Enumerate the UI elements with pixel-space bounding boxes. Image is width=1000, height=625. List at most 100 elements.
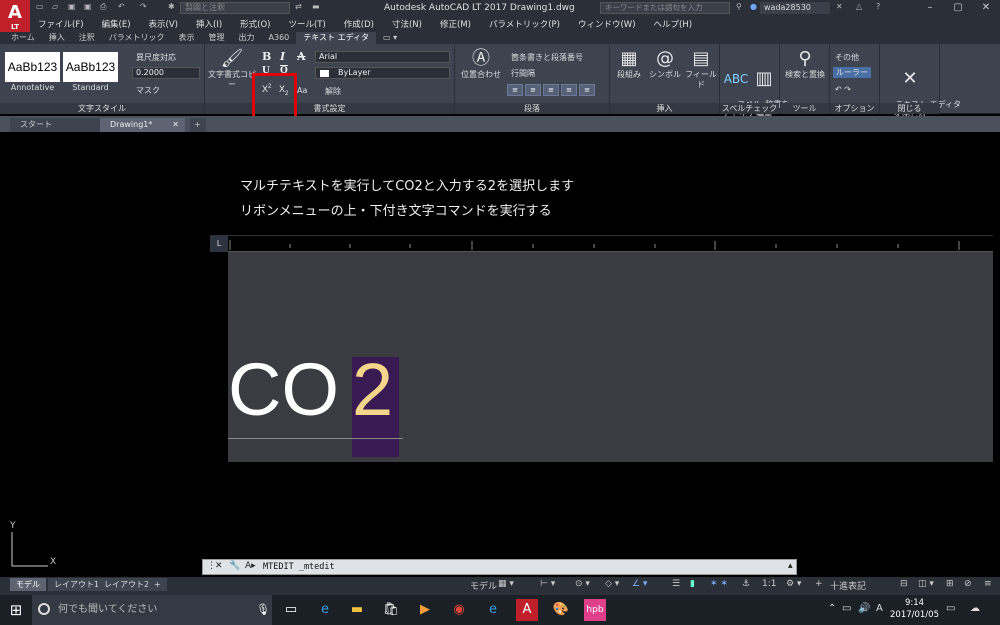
file-explorer-icon[interactable]: ▬ — [346, 599, 368, 621]
windows-start-icon[interactable]: ⊞ — [0, 595, 32, 625]
customization-icon[interactable]: ⊘ — [964, 579, 972, 589]
tab-view[interactable]: 表示 — [172, 32, 202, 44]
layout-tab-layout2[interactable]: レイアウト2 — [98, 578, 156, 591]
tab-annotate[interactable]: 注釈 — [72, 32, 102, 44]
hpb-app-icon[interactable]: hpb — [584, 599, 606, 621]
save-as-icon[interactable]: ▣ — [84, 2, 92, 14]
snap-icon[interactable]: ⊢ ▾ — [540, 579, 555, 589]
menu-window[interactable]: ウィンドウ(W) — [578, 18, 636, 30]
menu-edit[interactable]: 編集(E) — [102, 18, 131, 30]
workspace-gear-icon[interactable]: ✱ — [168, 2, 175, 14]
minimize-button[interactable]: – — [916, 0, 944, 16]
new-tab-button[interactable]: + — [190, 118, 206, 132]
save-icon[interactable]: ▣ — [68, 2, 76, 14]
strikethrough-button[interactable]: A — [297, 50, 306, 63]
store-icon[interactable]: 🛍 — [380, 599, 402, 621]
menu-modify[interactable]: 修正(M) — [440, 18, 471, 30]
tab-manage[interactable]: 管理 — [202, 32, 232, 44]
tab-a360[interactable]: A360 — [262, 32, 297, 44]
menu-insert[interactable]: 挿入(I) — [196, 18, 222, 30]
help-icon[interactable]: ? — [876, 2, 880, 14]
taskbar-search-box[interactable]: 何でも聞いてください — [32, 595, 272, 625]
add-layout-button[interactable]: + — [148, 578, 167, 591]
user-account[interactable]: wada28530 — [760, 2, 830, 14]
osnap-icon[interactable]: ◇ ▾ — [605, 579, 619, 589]
menu-view[interactable]: 表示(V) — [149, 18, 178, 30]
columns-button[interactable]: ▦ 段組み — [612, 48, 646, 80]
volume-icon[interactable]: 🔊 — [858, 603, 870, 614]
application-menu-button[interactable]: A LT — [0, 0, 30, 32]
notification-cloud-icon[interactable]: ☁ — [970, 603, 980, 614]
menu-file[interactable]: ファイル(F) — [38, 18, 84, 30]
settings-gear-icon[interactable]: ⚙ ▾ — [786, 579, 801, 589]
text-ruler[interactable] — [228, 235, 993, 252]
task-view-icon[interactable]: ▭ — [280, 599, 302, 621]
close-tab-icon[interactable]: ✕ — [172, 118, 179, 132]
justify-button[interactable]: ≡ — [561, 84, 577, 96]
annotation-scale[interactable]: 1:1 — [762, 579, 776, 589]
justification-button[interactable]: Ⓐ 位置合わせ — [457, 48, 505, 80]
close-command-line-icon[interactable]: ✕ — [215, 561, 223, 571]
clock-date[interactable]: 2017/01/05 — [890, 610, 939, 620]
new-file-icon[interactable]: ▭ — [36, 2, 44, 14]
workspace-switch-icon[interactable]: ⚓ — [742, 579, 750, 589]
plus-icon[interactable]: + — [815, 579, 823, 589]
menu-format[interactable]: 形式(O) — [240, 18, 270, 30]
field-button[interactable]: ▤ フィールド — [684, 48, 718, 90]
menu-tools[interactable]: ツール(T) — [288, 18, 325, 30]
clock-time[interactable]: 9:14 — [905, 598, 924, 608]
polar-icon[interactable]: ⊙ ▾ — [575, 579, 590, 589]
bold-button[interactable]: B — [262, 50, 271, 63]
open-file-icon[interactable]: ▱ — [52, 2, 58, 14]
layout-tab-layout1[interactable]: レイアウト1 — [48, 578, 106, 591]
distribute-button[interactable]: ≡ — [579, 84, 595, 96]
dynamic-input-icon[interactable]: ∠ ▾ — [632, 579, 647, 589]
mtext-editor-box[interactable] — [228, 252, 993, 462]
italic-button[interactable]: I — [280, 50, 285, 63]
isolate-icon[interactable]: ⊟ — [900, 579, 908, 589]
clean-screen-icon[interactable]: ⊞ — [946, 579, 954, 589]
tray-chevron-icon[interactable]: ⌃ — [828, 603, 836, 614]
tab-home[interactable]: ホーム — [4, 32, 42, 44]
undo-redo-icon[interactable]: ↶ ↷ — [835, 85, 851, 94]
find-replace-button[interactable]: ⚲ 検索と置換 — [781, 48, 829, 80]
command-history-icon[interactable]: ▴ — [788, 561, 793, 571]
lineweight-icon[interactable]: ☰ — [672, 579, 680, 589]
ribbon-toggle-icon[interactable]: ▭ ▾ — [376, 32, 404, 44]
action-center-icon[interactable]: ▭ — [946, 603, 955, 614]
layout-tab-model[interactable]: モデル — [10, 578, 46, 591]
menu-dimension[interactable]: 寸法(N) — [392, 18, 422, 30]
align-right-button[interactable]: ≡ — [543, 84, 559, 96]
file-tab-drawing1[interactable]: Drawing1* ✕ — [100, 118, 185, 132]
edge-icon[interactable]: e — [314, 599, 336, 621]
font-selector[interactable]: Arial — [315, 51, 450, 63]
mtext-selected-2[interactable]: 2 — [352, 345, 393, 435]
menu-parametric[interactable]: パラメトリック(P) — [489, 18, 560, 30]
autocad-taskbar-icon[interactable]: A — [516, 599, 538, 621]
menu-hamburger-icon[interactable]: ≡ — [984, 579, 992, 589]
workspace-selector[interactable]: 製図と注釈 — [180, 2, 290, 14]
tab-text-editor[interactable]: テキスト エディタ — [296, 32, 377, 44]
mtext-co[interactable]: CO — [228, 345, 339, 435]
align-left-button[interactable]: ≡ — [507, 84, 523, 96]
chrome-icon[interactable]: ◉ — [448, 599, 470, 621]
command-line[interactable]: ⋮ ✕ 🔧 A▸ MTEDIT _mtedit ▴ — [202, 559, 797, 575]
mask-button[interactable]: マスク — [136, 85, 160, 96]
a360-icon[interactable]: △ — [856, 2, 862, 14]
file-tab-start[interactable]: スタート — [10, 118, 100, 132]
match-format-button[interactable]: 🖌 文字書式コピー — [207, 48, 257, 90]
menu-help[interactable]: ヘルプ(H) — [654, 18, 693, 30]
bullets-button[interactable]: 箇条書きと段落番号 — [511, 52, 583, 63]
exchange-icon[interactable]: ✕ — [836, 2, 843, 14]
style-swatch-standard[interactable]: AaBb123 — [63, 52, 118, 82]
style-swatch-annotative[interactable]: AaBb123 — [5, 52, 60, 82]
ruler-tab-selector[interactable]: L — [210, 235, 228, 252]
tab-insert[interactable]: 挿入 — [42, 32, 72, 44]
paint-icon[interactable]: 🎨 — [550, 599, 572, 621]
help-search-input[interactable]: キーワードまたは語句を入力 — [600, 2, 730, 14]
share-icon[interactable]: ⇄ — [295, 2, 302, 14]
text-height-field[interactable]: 0.2000 — [132, 67, 200, 79]
binoculars-icon[interactable]: ⚲ — [736, 2, 742, 14]
close-window-button[interactable]: ✕ — [972, 0, 1000, 16]
maximize-button[interactable]: ▢ — [944, 0, 972, 16]
